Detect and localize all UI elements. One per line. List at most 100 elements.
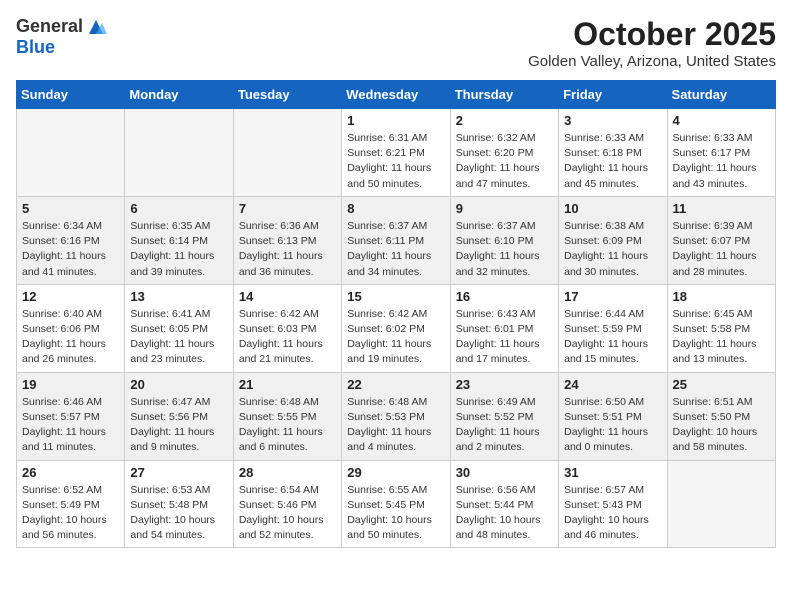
day-info: Sunrise: 6:38 AM Sunset: 6:09 PM Dayligh…	[564, 219, 661, 280]
weekday-header-thursday: Thursday	[450, 81, 558, 109]
day-number: 5	[22, 201, 119, 216]
day-info: Sunrise: 6:31 AM Sunset: 6:21 PM Dayligh…	[347, 131, 444, 192]
calendar-day	[233, 109, 341, 197]
calendar-day	[17, 109, 125, 197]
weekday-header-saturday: Saturday	[667, 81, 775, 109]
day-number: 1	[347, 113, 444, 128]
day-number: 21	[239, 377, 336, 392]
calendar-day: 8Sunrise: 6:37 AM Sunset: 6:11 PM Daylig…	[342, 196, 450, 284]
calendar-day: 16 Sunrise: 6:43 AM Sunset: 6:01 PM Dayli…	[450, 284, 558, 372]
day-info: Sunrise: 6:54 AM Sunset: 5:46 PM Dayligh…	[239, 483, 336, 544]
day-number: 11	[673, 201, 770, 216]
location-title: Golden Valley, Arizona, United States	[528, 53, 776, 70]
weekday-header-monday: Monday	[125, 81, 233, 109]
day-number: 26	[22, 465, 119, 480]
calendar-day: 29 Sunrise: 6:55 AM Sunset: 5:45 PM Dayli…	[342, 460, 450, 548]
day-info: Sunrise: 6:53 AM Sunset: 5:48 PM Dayligh…	[130, 483, 227, 544]
day-info: Sunrise: 6:45 AM Sunset: 5:58 PM Dayligh…	[673, 307, 770, 368]
day-info: Sunrise: 6:48 AM Sunset: 5:53 PM Dayligh…	[347, 395, 444, 456]
day-number: 2	[456, 113, 553, 128]
calendar-day: 9 Sunrise: 6:37 AM Sunset: 6:10 PM Daylig…	[450, 196, 558, 284]
calendar-day: 23Sunrise: 6:49 AM Sunset: 5:52 PM Dayli…	[450, 372, 558, 460]
calendar-day: 14Sunrise: 6:42 AM Sunset: 6:03 PM Dayli…	[233, 284, 341, 372]
calendar-day: 24 Sunrise: 6:50 AM Sunset: 5:51 PM Dayli…	[559, 372, 667, 460]
day-info: Sunrise: 6:51 AM Sunset: 5:50 PM Dayligh…	[673, 395, 770, 456]
calendar-week-2: 5 Sunrise: 6:34 AM Sunset: 6:16 PM Daylig…	[17, 196, 776, 284]
day-number: 28	[239, 465, 336, 480]
day-info: Sunrise: 6:42 AM Sunset: 6:03 PM Dayligh…	[239, 307, 336, 368]
day-info: Sunrise: 6:57 AM Sunset: 5:43 PM Dayligh…	[564, 483, 661, 544]
calendar-day: 28 Sunrise: 6:54 AM Sunset: 5:46 PM Dayli…	[233, 460, 341, 548]
day-info: Sunrise: 6:47 AM Sunset: 5:56 PM Dayligh…	[130, 395, 227, 456]
calendar-day: 13 Sunrise: 6:41 AM Sunset: 6:05 PM Dayli…	[125, 284, 233, 372]
calendar-day: 30Sunrise: 6:56 AM Sunset: 5:44 PM Dayli…	[450, 460, 558, 548]
weekday-header-friday: Friday	[559, 81, 667, 109]
logo: General Blue	[16, 16, 107, 58]
calendar-day: 19Sunrise: 6:46 AM Sunset: 5:57 PM Dayli…	[17, 372, 125, 460]
calendar-day: 7Sunrise: 6:36 AM Sunset: 6:13 PM Daylig…	[233, 196, 341, 284]
calendar-day: 5 Sunrise: 6:34 AM Sunset: 6:16 PM Daylig…	[17, 196, 125, 284]
calendar-day	[667, 460, 775, 548]
day-info: Sunrise: 6:43 AM Sunset: 6:01 PM Dayligh…	[456, 307, 553, 368]
day-number: 16	[456, 289, 553, 304]
day-number: 25	[673, 377, 770, 392]
calendar-day: 21 Sunrise: 6:48 AM Sunset: 5:55 PM Dayli…	[233, 372, 341, 460]
logo-general: General	[16, 17, 83, 37]
calendar-day: 10 Sunrise: 6:38 AM Sunset: 6:09 PM Dayli…	[559, 196, 667, 284]
day-info: Sunrise: 6:37 AM Sunset: 6:10 PM Dayligh…	[456, 219, 553, 280]
page-header: General Blue October 2025 Golden Valley,…	[16, 16, 776, 70]
calendar-day: 2Sunrise: 6:32 AM Sunset: 6:20 PM Daylig…	[450, 109, 558, 197]
calendar-day: 31 Sunrise: 6:57 AM Sunset: 5:43 PM Dayli…	[559, 460, 667, 548]
weekday-header-sunday: Sunday	[17, 81, 125, 109]
month-title: October 2025	[528, 16, 776, 53]
calendar-week-5: 26 Sunrise: 6:52 AM Sunset: 5:49 PM Dayli…	[17, 460, 776, 548]
calendar-day: 22Sunrise: 6:48 AM Sunset: 5:53 PM Dayli…	[342, 372, 450, 460]
weekday-header-tuesday: Tuesday	[233, 81, 341, 109]
calendar-day: 12 Sunrise: 6:40 AM Sunset: 6:06 PM Dayli…	[17, 284, 125, 372]
weekday-header-row: SundayMondayTuesdayWednesdayThursdayFrid…	[17, 81, 776, 109]
day-number: 12	[22, 289, 119, 304]
day-number: 9	[456, 201, 553, 216]
day-number: 8	[347, 201, 444, 216]
logo-icon	[85, 16, 107, 38]
day-info: Sunrise: 6:41 AM Sunset: 6:05 PM Dayligh…	[130, 307, 227, 368]
calendar-day: 6Sunrise: 6:35 AM Sunset: 6:14 PM Daylig…	[125, 196, 233, 284]
title-block: October 2025 Golden Valley, Arizona, Uni…	[528, 16, 776, 70]
calendar-day: 11 Sunrise: 6:39 AM Sunset: 6:07 PM Dayli…	[667, 196, 775, 284]
day-info: Sunrise: 6:39 AM Sunset: 6:07 PM Dayligh…	[673, 219, 770, 280]
day-info: Sunrise: 6:35 AM Sunset: 6:14 PM Dayligh…	[130, 219, 227, 280]
day-number: 3	[564, 113, 661, 128]
day-number: 19	[22, 377, 119, 392]
day-number: 13	[130, 289, 227, 304]
day-number: 27	[130, 465, 227, 480]
day-info: Sunrise: 6:34 AM Sunset: 6:16 PM Dayligh…	[22, 219, 119, 280]
day-info: Sunrise: 6:44 AM Sunset: 5:59 PM Dayligh…	[564, 307, 661, 368]
day-info: Sunrise: 6:33 AM Sunset: 6:17 PM Dayligh…	[673, 131, 770, 192]
day-info: Sunrise: 6:33 AM Sunset: 6:18 PM Dayligh…	[564, 131, 661, 192]
day-number: 4	[673, 113, 770, 128]
day-info: Sunrise: 6:42 AM Sunset: 6:02 PM Dayligh…	[347, 307, 444, 368]
day-info: Sunrise: 6:50 AM Sunset: 5:51 PM Dayligh…	[564, 395, 661, 456]
logo-blue: Blue	[16, 38, 55, 58]
calendar-day	[125, 109, 233, 197]
calendar-day: 1 Sunrise: 6:31 AM Sunset: 6:21 PM Daylig…	[342, 109, 450, 197]
weekday-header-wednesday: Wednesday	[342, 81, 450, 109]
day-info: Sunrise: 6:56 AM Sunset: 5:44 PM Dayligh…	[456, 483, 553, 544]
day-info: Sunrise: 6:48 AM Sunset: 5:55 PM Dayligh…	[239, 395, 336, 456]
day-number: 10	[564, 201, 661, 216]
day-number: 24	[564, 377, 661, 392]
day-number: 17	[564, 289, 661, 304]
day-number: 20	[130, 377, 227, 392]
day-number: 31	[564, 465, 661, 480]
day-number: 15	[347, 289, 444, 304]
day-info: Sunrise: 6:40 AM Sunset: 6:06 PM Dayligh…	[22, 307, 119, 368]
day-info: Sunrise: 6:55 AM Sunset: 5:45 PM Dayligh…	[347, 483, 444, 544]
day-number: 18	[673, 289, 770, 304]
calendar-table: SundayMondayTuesdayWednesdayThursdayFrid…	[16, 80, 776, 548]
day-info: Sunrise: 6:52 AM Sunset: 5:49 PM Dayligh…	[22, 483, 119, 544]
day-number: 7	[239, 201, 336, 216]
calendar-week-4: 19Sunrise: 6:46 AM Sunset: 5:57 PM Dayli…	[17, 372, 776, 460]
day-number: 23	[456, 377, 553, 392]
calendar-day: 20 Sunrise: 6:47 AM Sunset: 5:56 PM Dayli…	[125, 372, 233, 460]
day-number: 29	[347, 465, 444, 480]
